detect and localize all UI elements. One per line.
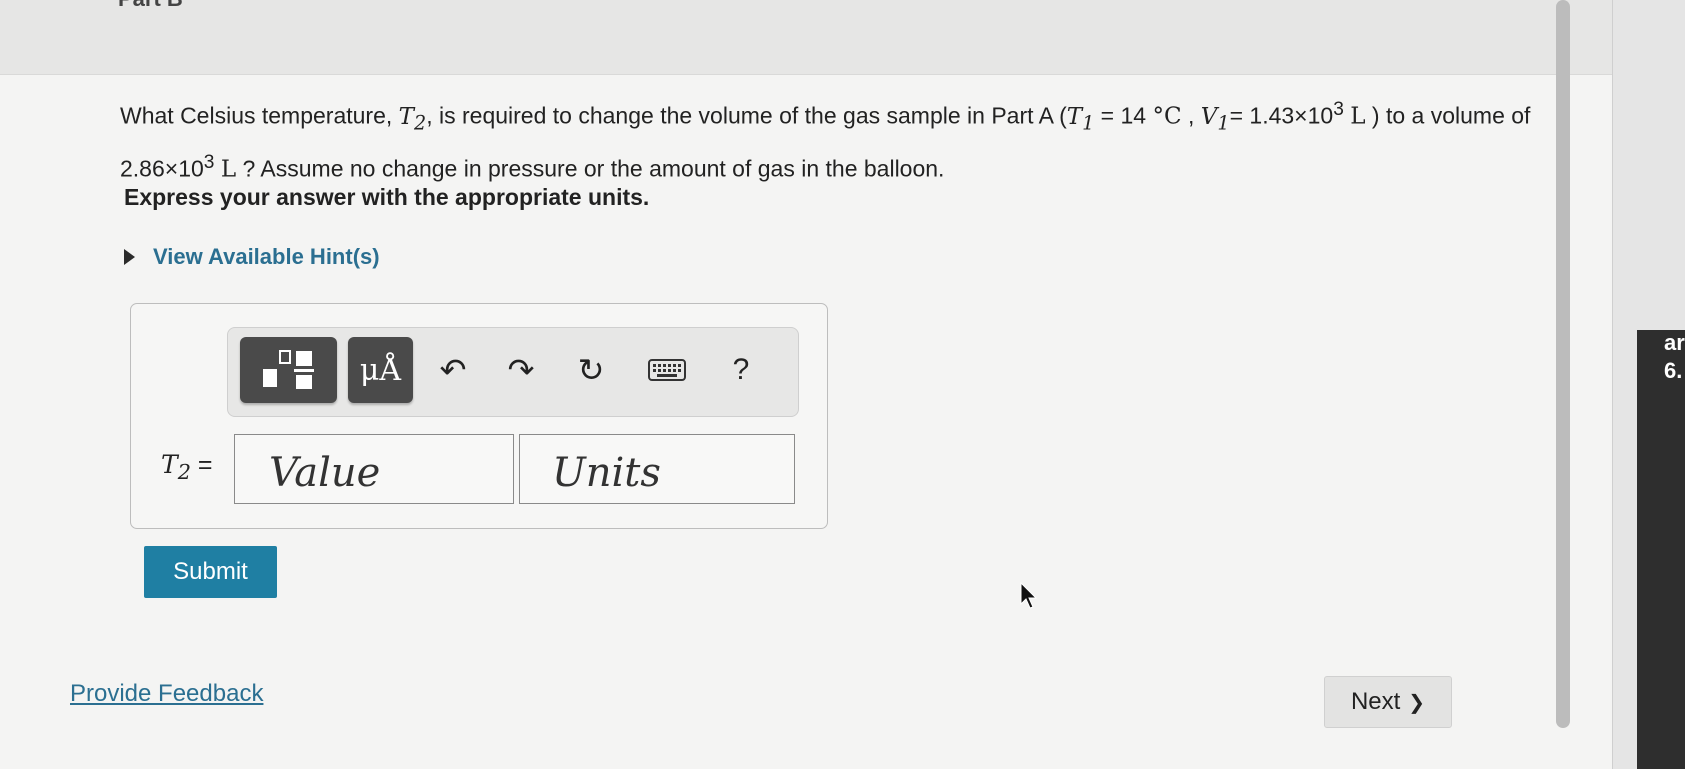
page: Part B What Celsius temperature, T2, is … [0, 0, 1612, 769]
v1-exponent: 3 [1333, 99, 1344, 120]
templates-icon [262, 350, 314, 389]
liter-unit-2: L [220, 156, 237, 183]
question-part-1: What Celsius temperature, [120, 102, 393, 129]
chevron-right-icon: ❯ [1408, 691, 1426, 714]
temperature-variable: T2 [398, 103, 427, 135]
part-header: Part B [0, 0, 1612, 75]
question-text: What Celsius temperature, T2, is require… [120, 90, 1590, 190]
keyboard-icon[interactable] [642, 337, 692, 403]
t1-value: = 14 [1094, 102, 1147, 129]
answer-box: μÅ ↶ ↷ ↻ ? T2 = [130, 303, 828, 529]
reset-icon[interactable]: ↻ [566, 337, 616, 403]
t1-variable: T1 [1066, 103, 1095, 135]
view-hints-toggle[interactable]: View Available Hint(s) [124, 244, 380, 270]
undo-icon[interactable]: ↶ [428, 337, 478, 403]
scrollbar[interactable] [1556, 0, 1570, 728]
expand-triangle-icon [124, 249, 135, 265]
dark-edge-block [1637, 330, 1685, 769]
question-part-4: ? Assume no change in pressure or the am… [236, 155, 945, 182]
v2-exponent: 3 [203, 152, 215, 174]
next-label: Next [1350, 688, 1401, 715]
v1-variable: V1 [1200, 103, 1230, 135]
instruction: Express your answer with the appropriate… [124, 184, 650, 210]
redo-icon[interactable]: ↷ [496, 337, 546, 403]
part-label: Part B [118, 0, 183, 12]
provide-feedback-link[interactable]: Provide Feedback [70, 680, 263, 708]
v1-value: = 1.43×10 [1229, 102, 1334, 129]
keyboard-graphic [648, 359, 686, 381]
value-input[interactable] [234, 434, 514, 504]
right-edge-panel [1612, 0, 1685, 769]
liter-unit: L [1350, 103, 1366, 130]
next-button[interactable]: Next ❯ [1324, 676, 1452, 728]
answer-variable-label: T2 = [161, 450, 213, 484]
units-button[interactable]: μÅ [348, 337, 413, 403]
templates-button[interactable] [240, 337, 337, 403]
hints-label: View Available Hint(s) [153, 244, 380, 269]
units-input[interactable] [519, 434, 795, 504]
edge-text-1: ar [1664, 330, 1685, 355]
help-icon[interactable]: ? [716, 337, 766, 403]
question-part-2: , is required to change the volume of th… [426, 102, 1067, 129]
math-toolbar: μÅ ↶ ↷ ↻ ? [227, 327, 799, 417]
submit-button[interactable]: Submit [144, 546, 277, 598]
separator: , [1181, 102, 1201, 129]
mouse-pointer-icon [1020, 582, 1038, 609]
edge-text-2: 6. [1664, 358, 1683, 383]
celsius-unit: °C [1152, 103, 1182, 130]
